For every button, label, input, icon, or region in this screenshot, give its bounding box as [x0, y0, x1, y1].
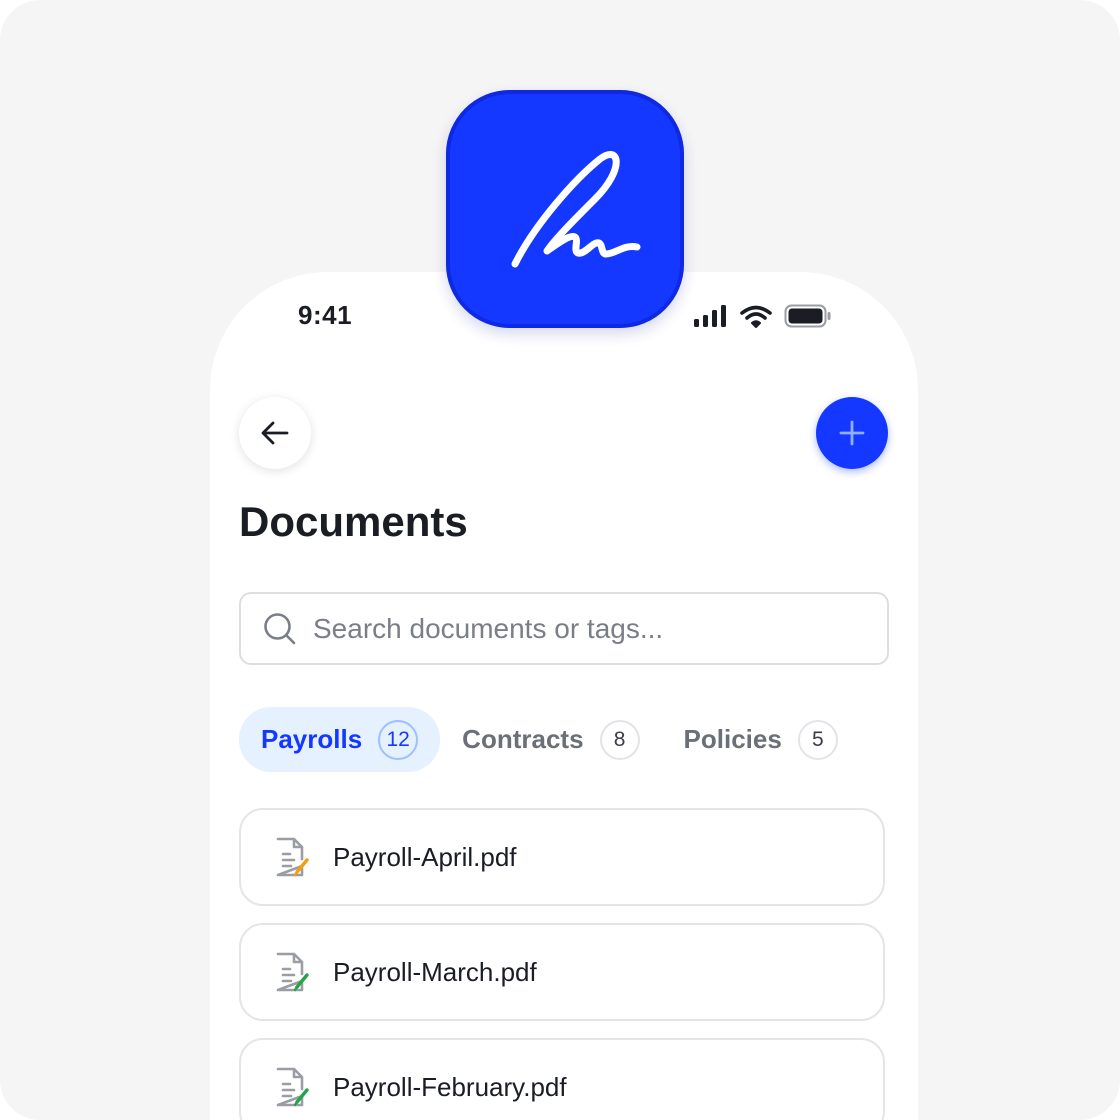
list-item[interactable]: Payroll-February.pdf — [239, 1038, 885, 1120]
plus-icon — [839, 420, 865, 446]
search-input[interactable] — [311, 611, 875, 646]
phone-screen: 9:41 Documents Search documents or tags.… — [210, 272, 918, 1120]
list-item[interactable]: Payroll-April.pdf — [239, 808, 885, 906]
list-item[interactable]: Payroll-March.pdf — [239, 923, 885, 1021]
tab-count-badge: 5 — [797, 719, 838, 760]
signature-icon — [511, 151, 641, 268]
file-signed-icon — [276, 1067, 309, 1107]
tab-count-badge: 8 — [599, 719, 640, 760]
signal-icon — [694, 305, 726, 327]
status-icons — [694, 304, 832, 328]
document-name: Payroll-February.pdf — [333, 1071, 567, 1102]
document-name: Payroll-March.pdf — [333, 956, 537, 987]
battery-icon — [784, 304, 831, 328]
search-box[interactable] — [239, 592, 889, 665]
document-list: Payroll-April.pdf Payroll-March.pdf Payr… — [239, 808, 889, 1120]
tab-label: Policies — [683, 724, 782, 754]
app-logo — [446, 90, 684, 328]
back-button[interactable] — [239, 397, 311, 469]
arrow-left-icon — [261, 421, 289, 445]
document-name: Payroll-April.pdf — [333, 841, 517, 872]
tab-label: Contracts — [462, 724, 584, 754]
tab-label: Payrolls — [261, 724, 363, 754]
file-edit-icon — [276, 837, 309, 877]
wifi-icon — [740, 305, 772, 328]
tab-policies[interactable]: Policies 5 — [662, 707, 860, 772]
tab-count-badge: 12 — [378, 719, 419, 760]
file-signed-icon — [276, 952, 309, 992]
status-time: 9:41 — [298, 300, 353, 330]
search-icon — [264, 612, 296, 644]
tab-contracts[interactable]: Contracts 8 — [440, 707, 661, 772]
page-title: Documents — [239, 498, 468, 545]
tab-payrolls[interactable]: Payrolls 12 — [239, 707, 441, 772]
category-tabs: Payrolls 12 Contracts 8 Policies 5 — [239, 707, 860, 772]
add-document-button[interactable] — [816, 397, 888, 469]
canvas: 9:41 Documents Search documents or tags.… — [0, 0, 1120, 1120]
